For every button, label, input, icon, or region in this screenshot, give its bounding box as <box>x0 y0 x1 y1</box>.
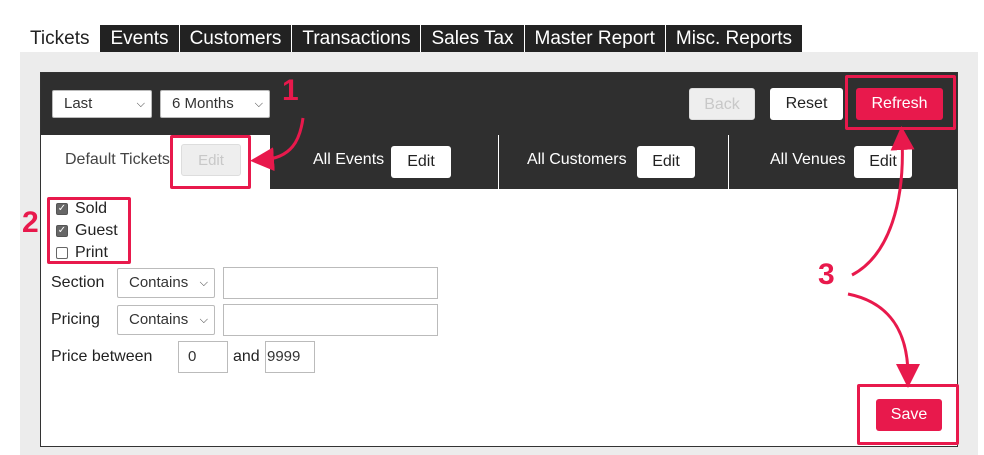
range-select-value: 6 Months <box>172 95 234 112</box>
subtab-all-venues-label[interactable]: All Venues <box>770 151 846 169</box>
chevron-down-icon: ⌵ <box>136 98 145 110</box>
reset-button[interactable]: Reset <box>770 88 843 120</box>
tab-misc-reports[interactable]: Misc. Reports <box>665 25 804 52</box>
pricing-operator-value: Contains <box>129 311 189 328</box>
chevron-down-icon: ⌵ <box>199 277 208 289</box>
tab-master-report[interactable]: Master Report <box>524 25 666 52</box>
price-max-input[interactable]: 9999 <box>265 341 315 373</box>
toolbar: Last ⌵ 6 Months ⌵ Back Reset Refresh <box>41 73 957 135</box>
section-operator-value: Contains <box>129 274 189 291</box>
back-button[interactable]: Back <box>689 88 755 120</box>
all-customers-edit-button[interactable]: Edit <box>637 146 695 178</box>
tab-customers[interactable]: Customers <box>179 25 293 52</box>
pricing-input[interactable] <box>223 304 438 336</box>
tab-tickets[interactable]: Tickets <box>20 25 101 52</box>
period-select-value: Last <box>64 95 93 112</box>
range-select[interactable]: 6 Months ⌵ <box>160 90 270 118</box>
chevron-down-icon: ⌵ <box>199 314 208 326</box>
pricing-operator-select[interactable]: Contains ⌵ <box>117 305 215 335</box>
tab-sales-tax[interactable]: Sales Tax <box>421 25 525 52</box>
price-min-input[interactable]: 0 <box>178 341 228 373</box>
highlight-save <box>857 384 959 445</box>
subtab-default-tickets-label: Default Tickets <box>65 151 170 168</box>
price-between-label: Price between <box>51 348 153 365</box>
step-2-number: 2 <box>22 206 39 239</box>
section-input[interactable] <box>223 267 438 299</box>
subtab-divider <box>728 135 729 189</box>
period-select[interactable]: Last ⌵ <box>52 90 152 118</box>
chevron-down-icon: ⌵ <box>254 98 263 110</box>
subtab-divider <box>498 135 499 189</box>
step-3-number: 3 <box>818 258 835 291</box>
subtab-all-events-label[interactable]: All Events <box>313 151 384 169</box>
highlight-checkboxes <box>47 197 131 264</box>
and-label: and <box>233 348 260 365</box>
section-operator-select[interactable]: Contains ⌵ <box>117 268 215 298</box>
highlight-default-edit <box>170 135 251 189</box>
highlight-refresh <box>845 75 956 130</box>
all-events-edit-button[interactable]: Edit <box>391 146 451 178</box>
tab-events[interactable]: Events <box>100 25 180 52</box>
step-1-number: 1 <box>282 74 299 107</box>
section-label: Section <box>51 274 105 291</box>
subtab-all-customers-label[interactable]: All Customers <box>527 151 627 169</box>
main-tabs: Tickets Events Customers Transactions Sa… <box>20 25 804 52</box>
all-venues-edit-button[interactable]: Edit <box>854 146 912 178</box>
pricing-label: Pricing <box>51 311 100 328</box>
tab-transactions[interactable]: Transactions <box>292 25 422 52</box>
